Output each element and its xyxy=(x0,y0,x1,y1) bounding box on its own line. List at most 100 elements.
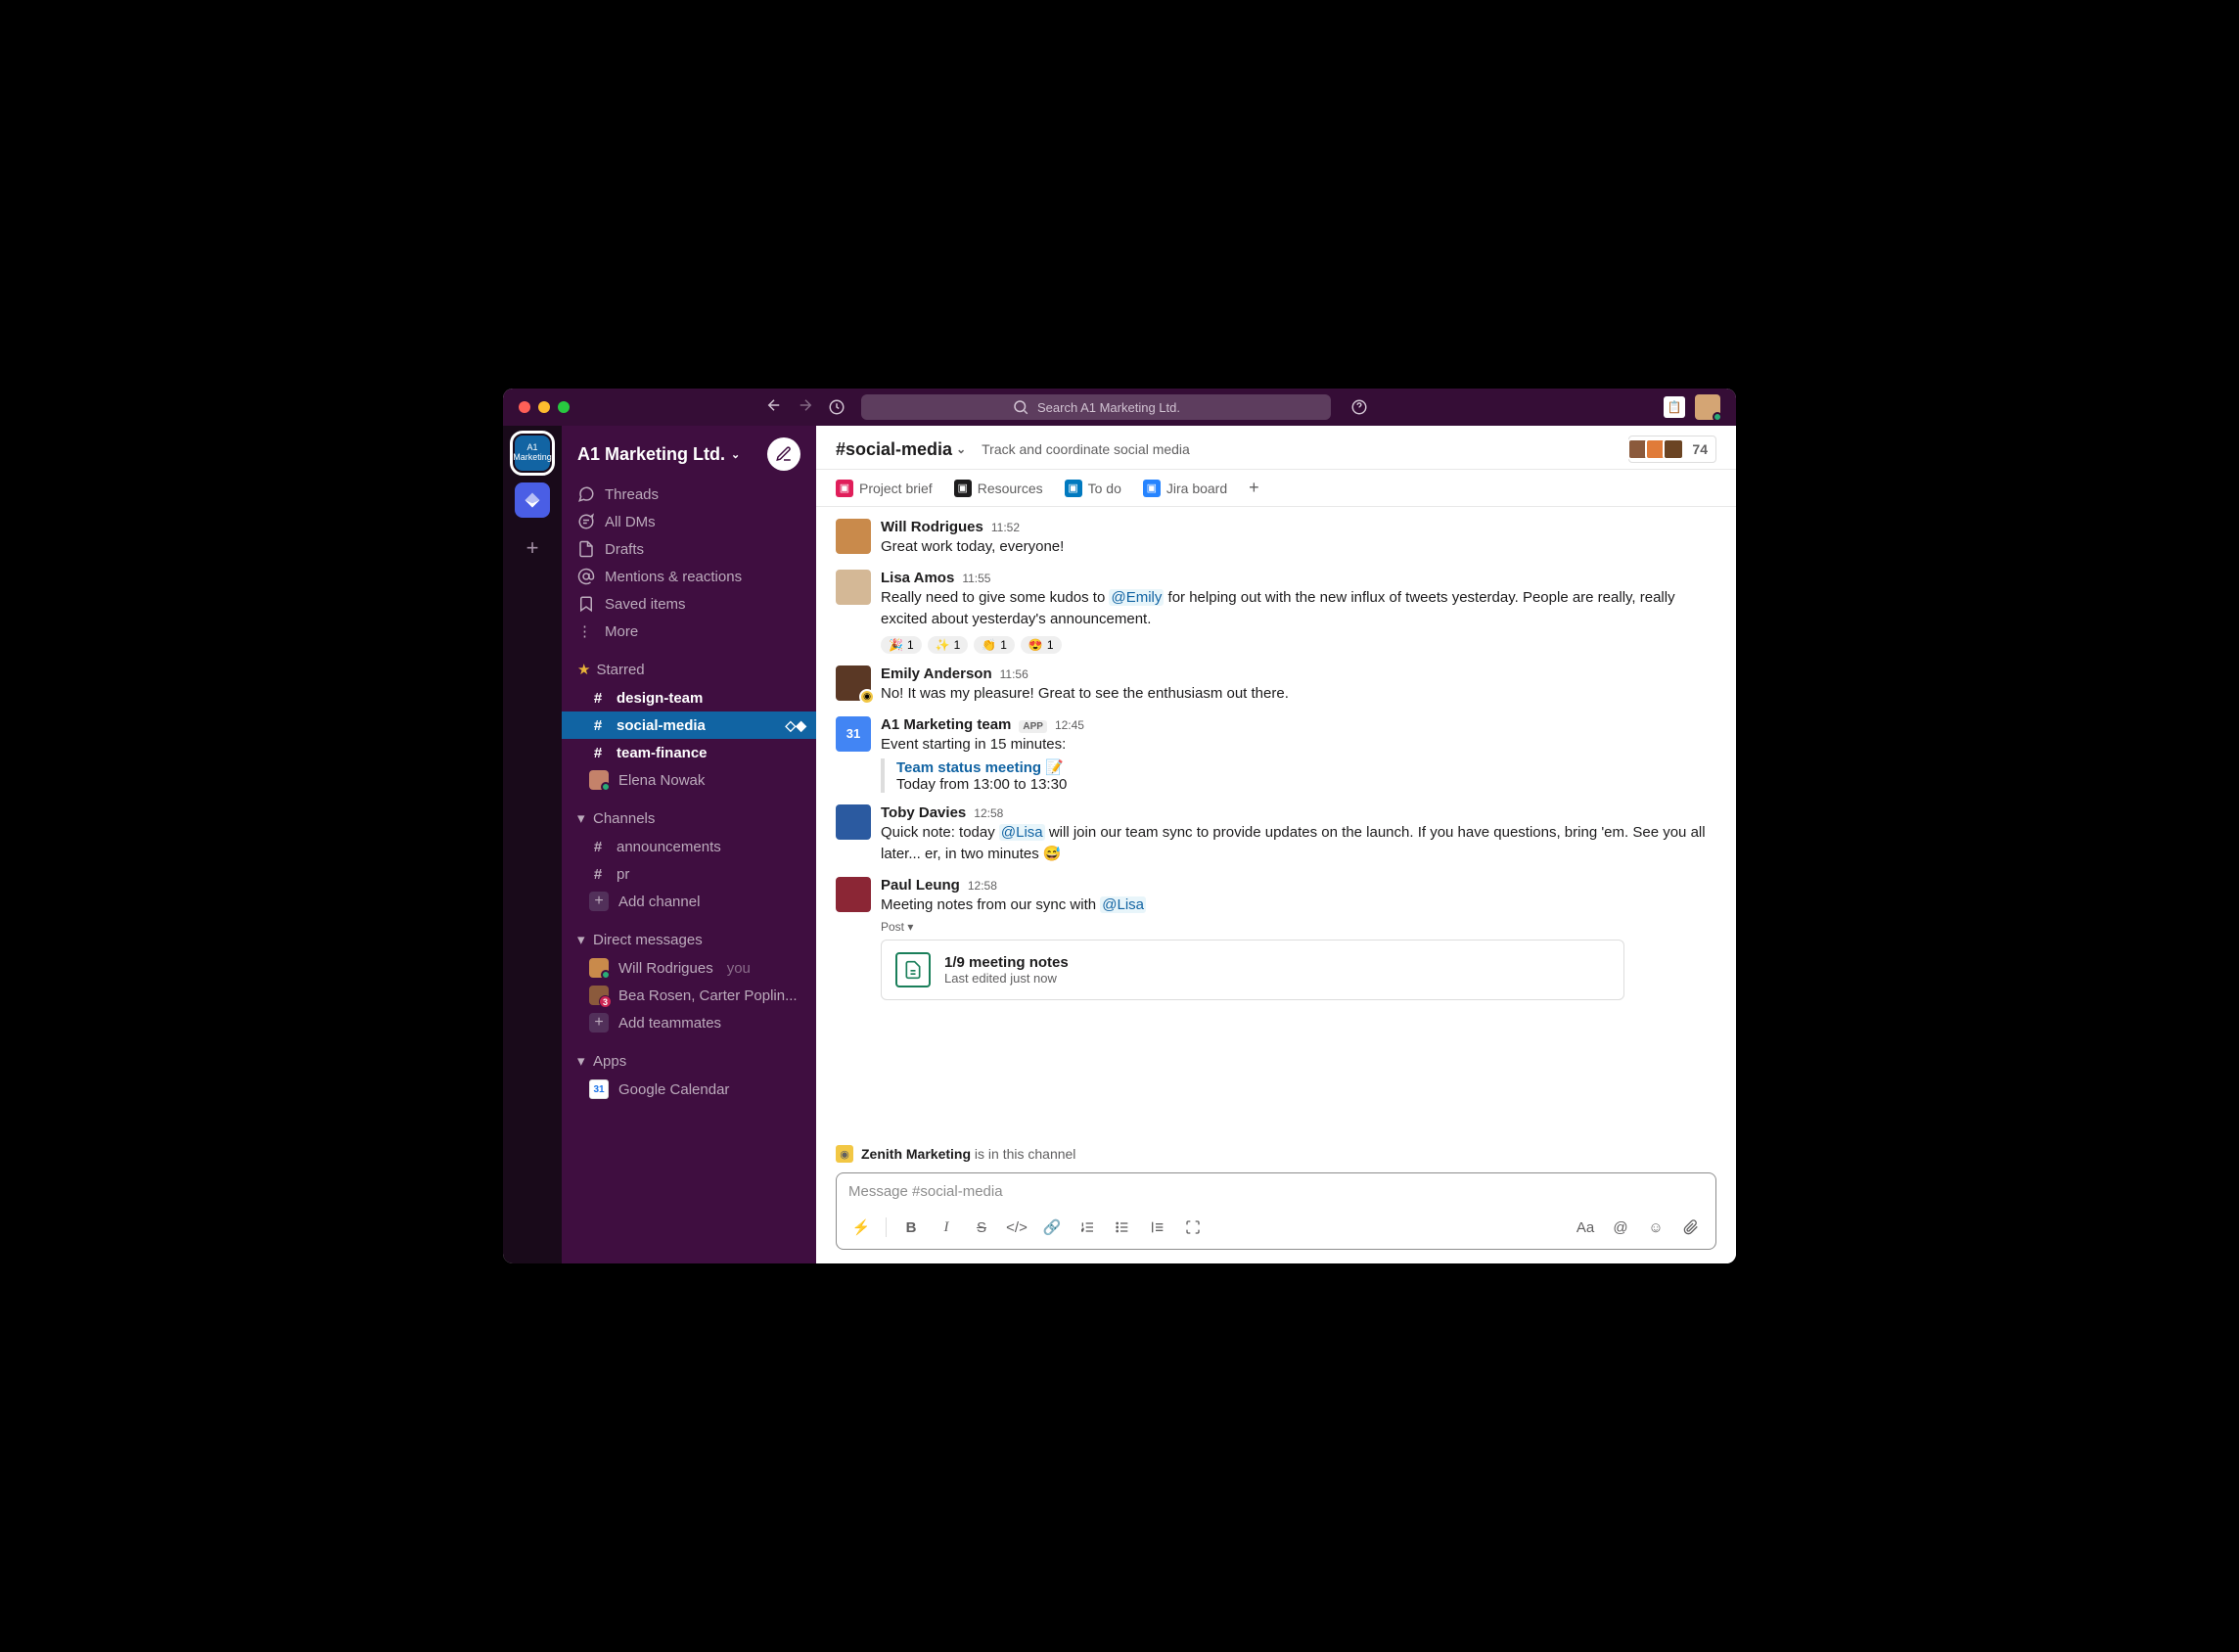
message[interactable]: Toby Davies12:58Quick note: today @Lisa … xyxy=(836,799,1716,871)
minimize-window-button[interactable] xyxy=(538,401,550,413)
reaction[interactable]: 🎉 1 xyxy=(881,636,922,654)
section-dms[interactable]: ▾Direct messages xyxy=(577,925,808,954)
bold-button[interactable]: B xyxy=(896,1214,926,1241)
mention[interactable]: @Lisa xyxy=(999,824,1045,841)
org-name: Zenith Marketing xyxy=(861,1146,971,1162)
message-author[interactable]: Lisa Amos xyxy=(881,570,954,586)
help-button[interactable] xyxy=(1350,398,1368,416)
add-bookmark-button[interactable]: + xyxy=(1249,478,1259,498)
message[interactable]: Lisa Amos11:55Really need to give some k… xyxy=(836,564,1716,660)
member-count-button[interactable]: 74 xyxy=(1628,436,1716,463)
nav-saved[interactable]: Saved items xyxy=(577,590,808,618)
nav-all-dms[interactable]: All DMs xyxy=(577,508,808,535)
message-author[interactable]: Toby Davies xyxy=(881,804,966,821)
file-subtitle: Last edited just now xyxy=(944,971,1069,986)
bookmark-icon: ▣ xyxy=(836,480,853,497)
message[interactable]: ◉Emily Anderson11:56No! It was my pleasu… xyxy=(836,660,1716,711)
bookmark-resources[interactable]: ▣Resources xyxy=(954,480,1043,497)
emoji-button[interactable]: ☺ xyxy=(1641,1214,1670,1241)
hash-icon: # xyxy=(589,717,607,734)
blockquote-button[interactable] xyxy=(1143,1214,1172,1241)
message-list[interactable]: Will Rodrigues11:52Great work today, eve… xyxy=(816,507,1736,1141)
app-google-calendar[interactable]: 31Google Calendar xyxy=(577,1076,808,1103)
hash-icon: # xyxy=(589,690,607,707)
bookmark-to-do[interactable]: ▣To do xyxy=(1065,480,1121,497)
sidebar: A1 Marketing Ltd. ⌄ Threads All DMs Draf… xyxy=(562,426,816,1263)
channel-topic[interactable]: Track and coordinate social media xyxy=(982,441,1190,457)
add-channel-button[interactable]: +Add channel xyxy=(577,888,808,915)
sidebar-dm-1[interactable]: 3Bea Rosen, Carter Poplin... xyxy=(577,982,808,1009)
message-time: 12:45 xyxy=(1055,718,1084,732)
sidebar-channel-announcements[interactable]: #announcements xyxy=(577,833,808,860)
sidebar-channel-social-media[interactable]: #social-media◇◆ xyxy=(562,711,816,739)
sidebar-dm-0[interactable]: Will Rodriguesyou xyxy=(577,954,808,982)
composer-input[interactable]: Message #social-media xyxy=(837,1173,1715,1210)
workspace-menu-button[interactable]: A1 Marketing Ltd. ⌄ xyxy=(577,444,740,465)
nav-mentions[interactable]: Mentions & reactions xyxy=(577,563,808,590)
compose-button[interactable] xyxy=(767,437,800,471)
event-title[interactable]: Team status meeting 📝 xyxy=(896,758,1716,776)
mention[interactable]: @Lisa xyxy=(1100,896,1146,913)
section-starred[interactable]: ★Starred xyxy=(577,655,808,684)
bullet-list-button[interactable] xyxy=(1108,1214,1137,1241)
user-avatar[interactable] xyxy=(1695,394,1720,420)
sidebar-channel-pr[interactable]: #pr xyxy=(577,860,808,888)
post-label[interactable]: Post ▾ xyxy=(881,920,1716,934)
file-attachment[interactable]: 1/9 meeting notesLast edited just now xyxy=(881,940,1624,1000)
bookmark-project-brief[interactable]: ▣Project brief xyxy=(836,480,933,497)
code-block-button[interactable] xyxy=(1178,1214,1208,1241)
message-author[interactable]: Paul Leung xyxy=(881,877,960,894)
add-teammates-button[interactable]: +Add teammates xyxy=(577,1009,808,1036)
sidebar-channel-design-team[interactable]: #design-team xyxy=(577,684,808,711)
sidebar-dm-elena-nowak[interactable]: Elena Nowak xyxy=(577,766,808,794)
italic-button[interactable]: I xyxy=(932,1214,961,1241)
search-input[interactable]: Search A1 Marketing Ltd. xyxy=(861,394,1331,420)
avatar xyxy=(589,958,609,978)
message[interactable]: 31A1 Marketing teamAPP12:45Event startin… xyxy=(836,711,1716,800)
compose-icon xyxy=(775,445,793,463)
sidebar-channel-team-finance[interactable]: #team-finance xyxy=(577,739,808,766)
maximize-window-button[interactable] xyxy=(558,401,570,413)
message-author[interactable]: Emily Anderson xyxy=(881,665,992,682)
nav-threads[interactable]: Threads xyxy=(577,481,808,508)
close-window-button[interactable] xyxy=(519,401,530,413)
bookmark-icon: ▣ xyxy=(954,480,972,497)
add-workspace-button[interactable]: + xyxy=(526,535,539,561)
titlebar-right: 📋 xyxy=(1664,394,1720,420)
history-button[interactable] xyxy=(828,398,845,416)
message[interactable]: Paul Leung12:58Meeting notes from our sy… xyxy=(836,871,1716,1006)
shared-channel-icon: ◇◆ xyxy=(785,717,806,734)
file-title: 1/9 meeting notes xyxy=(944,954,1069,971)
strikethrough-button[interactable]: S xyxy=(967,1214,996,1241)
channel-name-button[interactable]: #social-media ⌄ xyxy=(836,439,966,460)
attach-button[interactable] xyxy=(1676,1214,1706,1241)
notepad-icon[interactable]: 📋 xyxy=(1664,396,1685,418)
message-author[interactable]: Will Rodrigues xyxy=(881,519,983,535)
message-time: 11:56 xyxy=(1000,667,1028,681)
unread-badge: 3 xyxy=(599,995,612,1008)
mention[interactable]: @Emily xyxy=(1109,589,1164,606)
nav-more[interactable]: ⋮More xyxy=(577,618,808,645)
ordered-list-button[interactable] xyxy=(1073,1214,1102,1241)
message[interactable]: Will Rodrigues11:52Great work today, eve… xyxy=(836,513,1716,564)
message-time: 12:58 xyxy=(968,879,997,893)
code-button[interactable]: </> xyxy=(1002,1214,1031,1241)
reaction[interactable]: ✨ 1 xyxy=(928,636,969,654)
workspace-switcher-1[interactable]: A1 Marketing xyxy=(515,436,550,471)
shortcuts-button[interactable]: ⚡ xyxy=(846,1214,876,1241)
link-button[interactable]: 🔗 xyxy=(1037,1214,1067,1241)
caret-down-icon: ▾ xyxy=(577,931,587,948)
message-author[interactable]: A1 Marketing team xyxy=(881,716,1011,733)
formatting-toggle-button[interactable]: Aa xyxy=(1571,1214,1600,1241)
reaction[interactable]: 👏 1 xyxy=(974,636,1015,654)
mention-button[interactable]: @ xyxy=(1606,1214,1635,1241)
section-apps[interactable]: ▾Apps xyxy=(577,1046,808,1076)
nav-drafts[interactable]: Drafts xyxy=(577,535,808,563)
bookmark-jira-board[interactable]: ▣Jira board xyxy=(1143,480,1227,497)
workspace-switcher-2[interactable] xyxy=(515,482,550,518)
threads-icon xyxy=(577,485,595,503)
back-button[interactable] xyxy=(765,396,783,419)
reaction[interactable]: 😍 1 xyxy=(1021,636,1062,654)
section-channels[interactable]: ▾Channels xyxy=(577,803,808,833)
forward-button[interactable] xyxy=(797,396,814,419)
